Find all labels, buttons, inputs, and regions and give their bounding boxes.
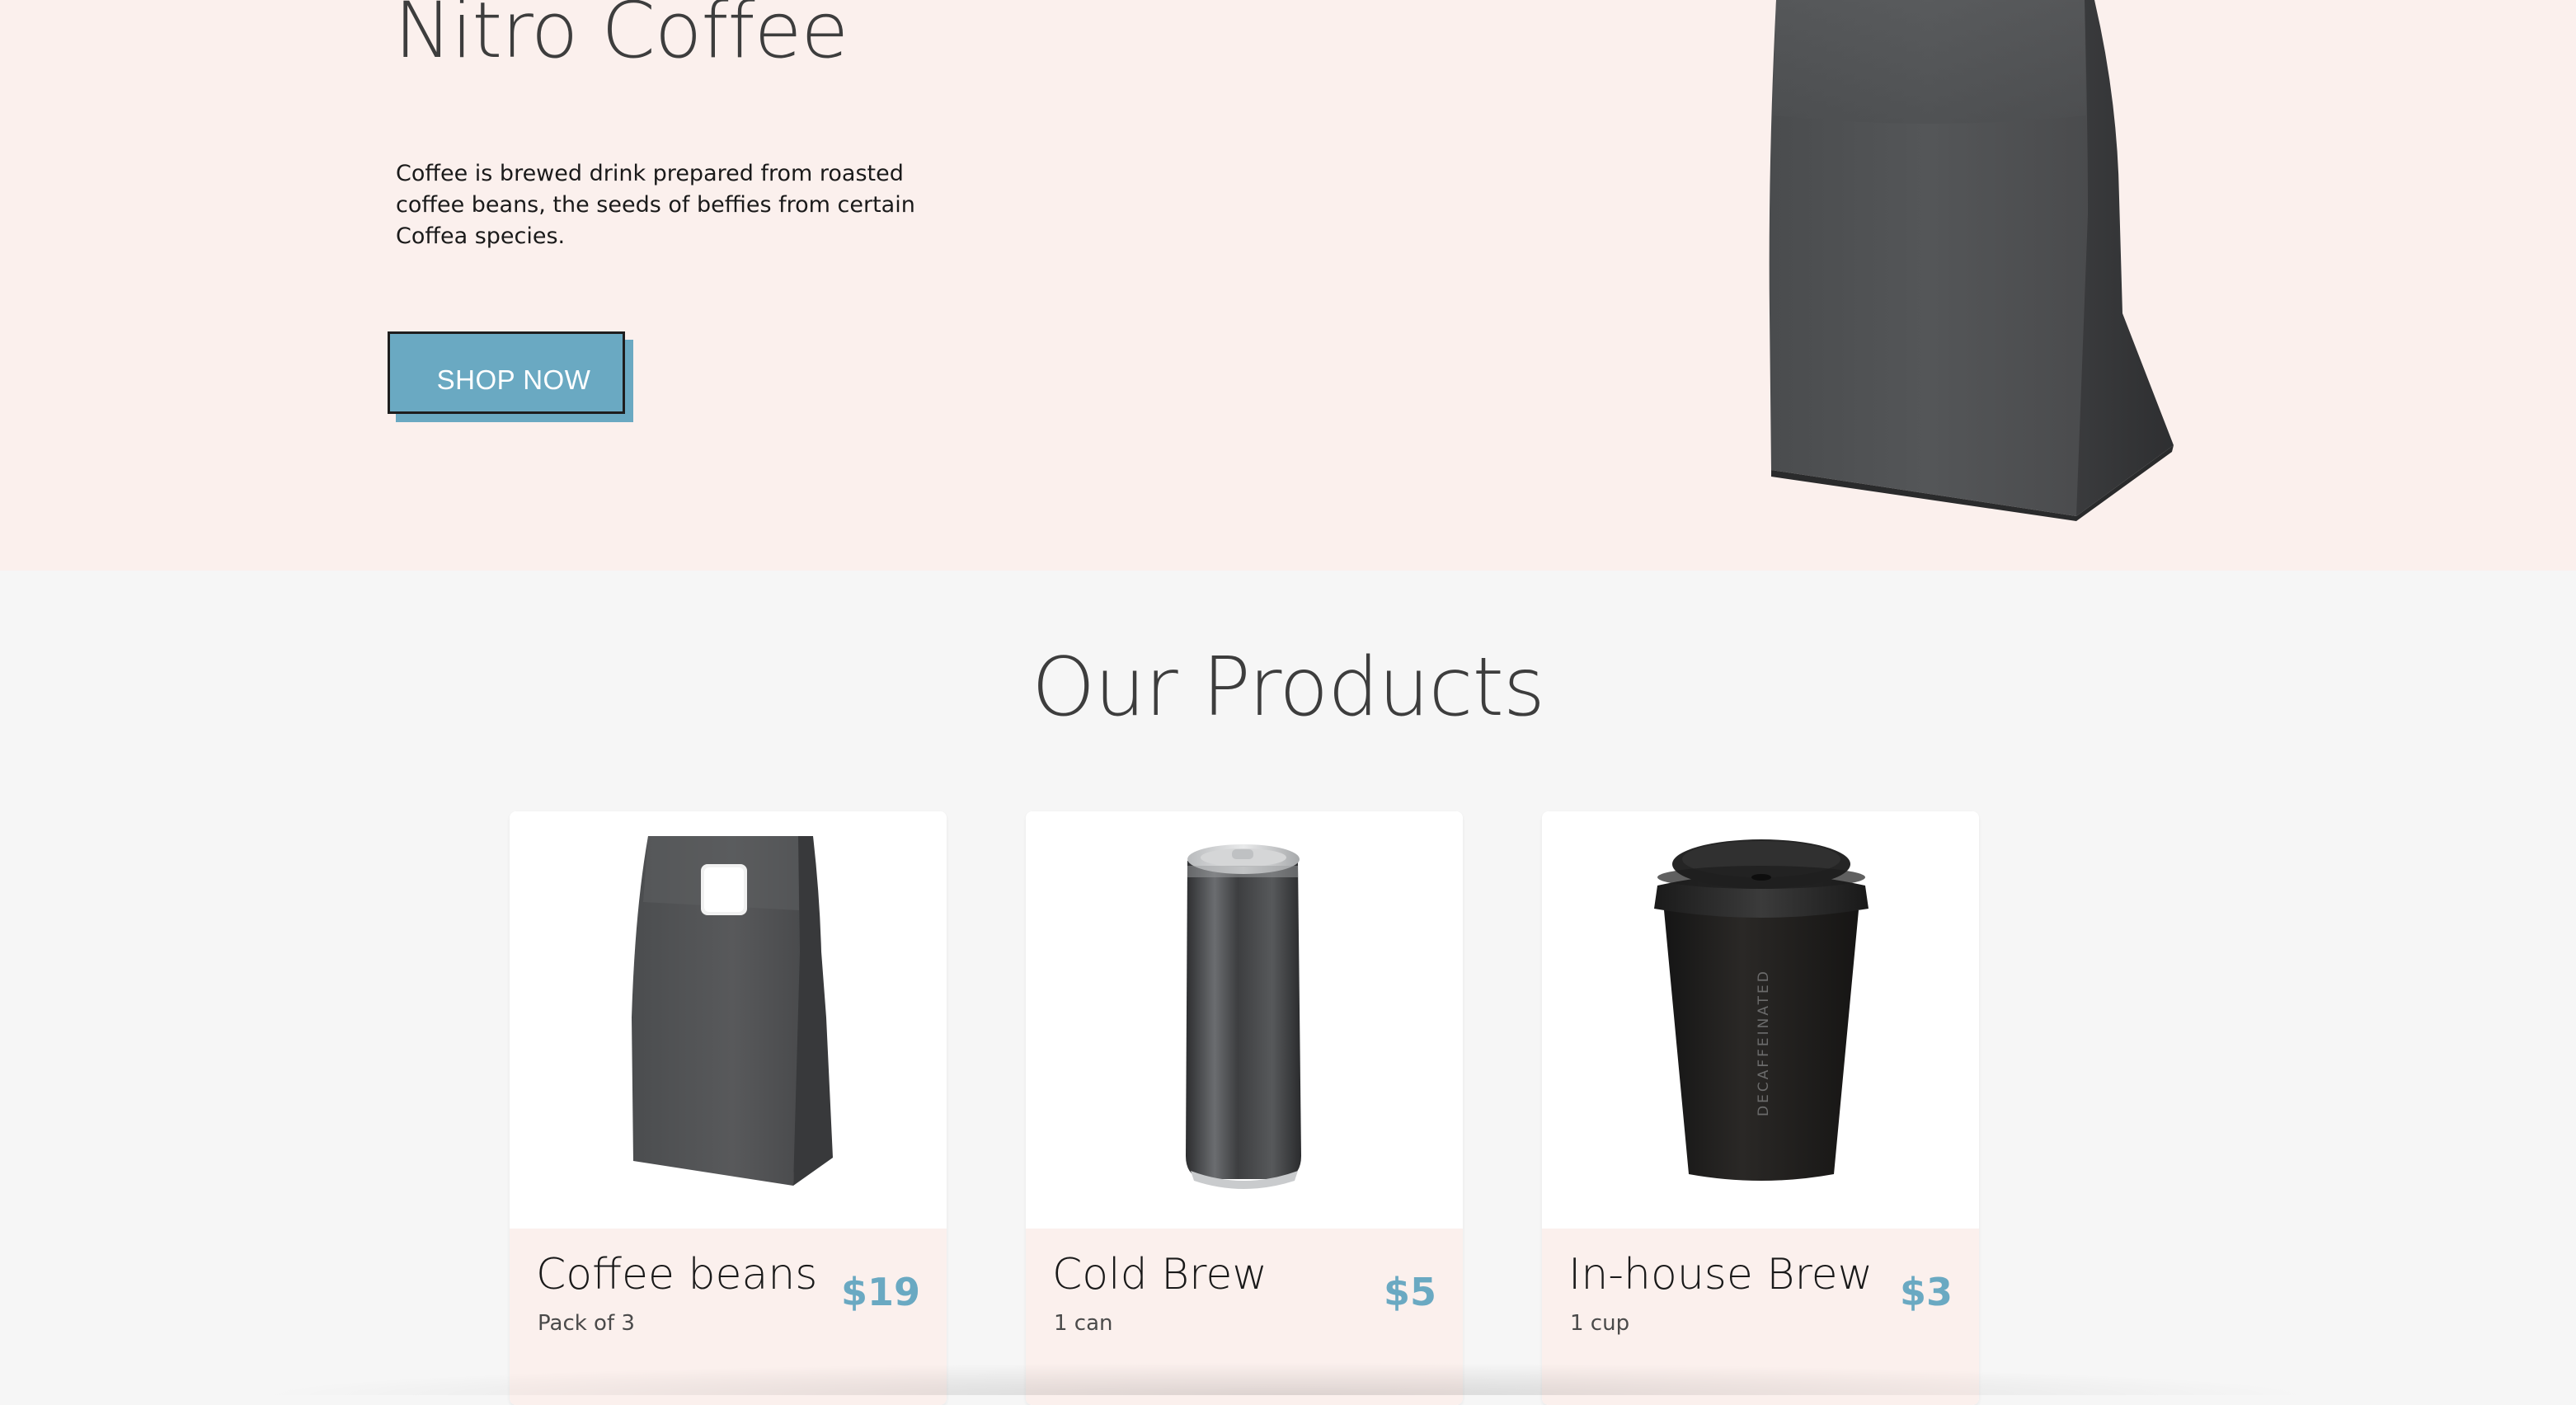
product-card-coffee-beans[interactable]: Coffee beans Pack of 3 $19 bbox=[510, 811, 947, 1405]
hero-description: Coffee is brewed drink prepared from roa… bbox=[396, 161, 915, 249]
product-image-area bbox=[510, 811, 947, 1229]
coffee-bag-image bbox=[1769, 0, 2174, 521]
product-card-in-house-brew[interactable]: DECAFFEINATED In-house Brew 1 cup $3 bbox=[1542, 811, 1979, 1405]
shop-now-button[interactable]: SHOP NOW bbox=[388, 331, 625, 414]
products-title: Our Products bbox=[1032, 641, 1545, 735]
product-image-area: DECAFFEINATED bbox=[1542, 811, 1979, 1229]
shop-now-button-wrapper: SHOP NOW bbox=[388, 331, 635, 424]
product-image-area bbox=[1026, 811, 1463, 1229]
product-price: $5 bbox=[1383, 1270, 1436, 1314]
product-subtitle: Pack of 3 bbox=[538, 1311, 635, 1336]
hero-section: Nitro Coffee Coffee is brewed drink prep… bbox=[0, 0, 2576, 571]
product-price: $19 bbox=[840, 1270, 920, 1314]
product-name: Coffee beans bbox=[536, 1250, 818, 1299]
product-subtitle: 1 cup bbox=[1570, 1311, 1630, 1336]
hero-title: Nitro Coffee bbox=[394, 0, 848, 76]
coffee-bag-image bbox=[632, 836, 833, 1186]
product-name: Cold Brew bbox=[1052, 1250, 1267, 1299]
coffee-cup-image: DECAFFEINATED bbox=[1654, 839, 1869, 1181]
product-price: $3 bbox=[1899, 1270, 1953, 1314]
product-name: In-house Brew bbox=[1568, 1250, 1873, 1299]
bottom-shadow bbox=[247, 1362, 2325, 1395]
product-card-cold-brew[interactable]: Cold Brew 1 can $5 bbox=[1026, 811, 1463, 1405]
soda-can-image bbox=[1186, 844, 1301, 1189]
cup-print-text: DECAFFEINATED bbox=[1756, 969, 1772, 1116]
product-subtitle: 1 can bbox=[1054, 1311, 1113, 1336]
